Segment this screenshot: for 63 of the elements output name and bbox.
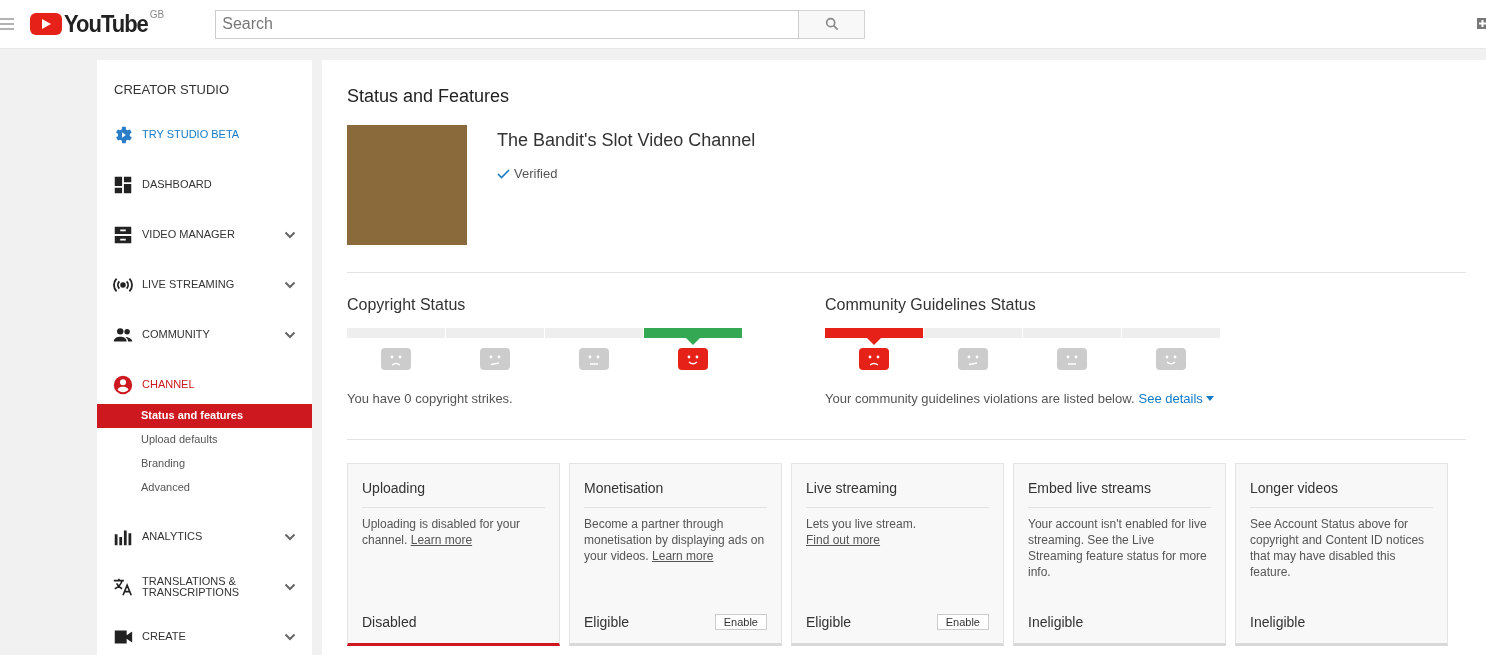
chevron-down-icon[interactable] [284,582,296,591]
sidebar-item[interactable]: COMMUNITY [97,309,312,360]
check-icon [497,168,510,179]
sidebar-item[interactable]: VIDEO MANAGER [97,209,312,260]
verified-label: Verified [514,165,558,183]
card-title: Uploading [362,477,545,508]
channel-name: The Bandit's Slot Video Channel [497,129,756,152]
enable-button[interactable]: Enable [936,614,989,630]
face-icon [480,348,510,370]
card-description: Your account isn't enabled for live streaming. See the Live Streaming feature status for more info. [1028,515,1208,580]
sidebar-subitem[interactable]: Branding [97,451,312,476]
sidebar-subitem[interactable]: Advanced [97,475,312,500]
chevron-down-icon[interactable] [284,230,296,239]
plus-icon[interactable] [1477,18,1486,29]
status-text: Your community guidelines violations are listed below. [825,390,1135,408]
see-details-link[interactable]: See details [1138,389,1214,409]
card-title: Embed live streams [1028,477,1211,508]
face-icon [859,348,889,370]
chevron-down-icon[interactable] [284,632,296,641]
status-title: Copyright Status [347,295,467,315]
account-icon [112,373,134,396]
face-icon [1156,348,1186,370]
face-icon [678,348,708,370]
card-status: Eligible [584,612,630,632]
face-icon [381,348,411,370]
status-text: You have 0 copyright strikes. [347,390,513,408]
sidebar-item[interactable]: TRANSLATIONS & TRANSCRIPTIONS [97,561,312,612]
face-icon [579,348,609,370]
card-description: Uploading is disabled for your channel. Learn more [362,515,522,548]
chevron-down-icon[interactable] [284,532,296,541]
face-icon [958,348,988,370]
card-status: Eligible [806,612,852,632]
face-icon [1057,348,1087,370]
sidebar-item[interactable]: CREATE [97,611,312,655]
card-description: Lets you live stream. Find out more [806,515,918,548]
sidebar-item[interactable]: DASHBOARD [97,159,312,210]
card-title: Monetisation [584,477,767,508]
enable-button[interactable]: Enable [714,614,767,630]
sidebar-subitem[interactable]: Status and features [97,403,312,428]
logo[interactable]: YouTube [64,11,148,37]
card-description: Become a partner through monetisation by displaying ads on your videos. Learn more [584,515,766,564]
chevron-down-icon[interactable] [284,330,296,339]
sidebar-title: CREATOR STUDIO [114,81,231,99]
sidebar-item[interactable]: ANALYTICS [97,511,312,562]
sidebar-item[interactable]: TRY STUDIO BETA [97,109,312,160]
card-link[interactable]: Learn more [652,548,714,563]
card-status: Ineligible [1028,612,1084,632]
page-title: Status and Features [347,85,511,108]
card-status: Ineligible [1250,612,1306,632]
card-title: Live streaming [806,477,989,508]
status-title: Community Guidelines Status [825,295,1037,315]
chevron-down-icon[interactable] [284,280,296,289]
region-label: GB [149,8,165,22]
play-logo-icon[interactable] [30,13,62,35]
search-icon [823,16,840,32]
card-title: Longer videos [1250,477,1433,508]
caret-icon [1205,396,1214,402]
card-description: See Account Status above for copyright and Content ID notices that may have disabled this feature. [1250,515,1426,580]
sidebar-item[interactable]: LIVE STREAMING [97,259,312,310]
card-status: Disabled [362,612,417,632]
search-field[interactable]: Search [215,9,800,39]
card-link[interactable]: Find out more [806,532,881,547]
sidebar-subitem[interactable]: Upload defaults [97,427,312,452]
